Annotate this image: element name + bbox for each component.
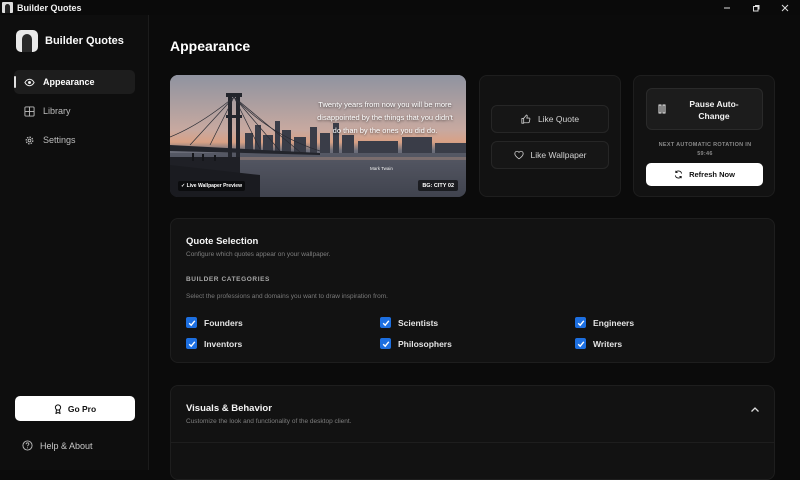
sidebar: Builder Quotes Appearance Library Settin… (0, 15, 149, 470)
rotation-card: Pause Auto-Change NEXT AUTOMATIC ROTATIO… (633, 75, 775, 197)
quote-selection-subtitle: Configure which quotes appear on your wa… (186, 251, 331, 258)
main-content: Appearance Twenty years from now you wil… (150, 15, 800, 480)
minimize-button[interactable] (712, 0, 742, 15)
restore-icon (753, 4, 760, 11)
like-quote-label: Like Quote (537, 114, 580, 124)
minimize-icon (724, 7, 730, 8)
wallpaper-preview: Twenty years from now you will be more d… (170, 75, 466, 197)
gear-icon (23, 134, 35, 146)
checkbox-checked-icon[interactable] (186, 338, 197, 349)
thumbs-up-icon (521, 114, 531, 124)
go-pro-label: Go Pro (67, 403, 97, 414)
category-label: Philosophers (398, 338, 452, 349)
category-label: Founders (204, 317, 243, 328)
checkbox-checked-icon[interactable] (380, 338, 391, 349)
sidebar-item-label: Library (43, 106, 71, 116)
like-quote-button[interactable]: Like Quote (491, 105, 609, 133)
builder-categories-description: Select the professions and domains you w… (186, 293, 388, 300)
brand: Builder Quotes (16, 30, 124, 52)
refresh-now-button[interactable]: Refresh Now (646, 163, 763, 186)
next-rotation-info: NEXT AUTOMATIC ROTATION IN 59:46 (644, 141, 766, 159)
checkbox-checked-icon[interactable] (575, 338, 586, 349)
sidebar-item-library[interactable]: Library (14, 99, 135, 123)
page-title: Appearance (170, 38, 251, 54)
sidebar-item-settings[interactable]: Settings (14, 128, 135, 152)
rotation-countdown: 59:46 (697, 151, 713, 157)
brand-logo-icon (16, 30, 38, 52)
chevron-up-icon[interactable] (750, 406, 760, 413)
help-label: Help & About (40, 440, 93, 451)
go-pro-button[interactable]: Go Pro (15, 396, 135, 421)
category-checkbox-engineers[interactable]: Engineers (575, 317, 634, 328)
brand-name: Builder Quotes (45, 35, 124, 47)
pause-auto-change-button[interactable]: Pause Auto-Change (646, 88, 763, 130)
maximize-button[interactable] (741, 0, 771, 15)
live-preview-badge: ✓ Live Wallpaper Preview (178, 181, 245, 191)
category-label: Scientists (398, 317, 439, 328)
checkbox-checked-icon[interactable] (380, 317, 391, 328)
pause-auto-change-label: Pause Auto-Change (689, 99, 739, 121)
help-circle-icon (22, 440, 33, 451)
visuals-behavior-subtitle: Customize the look and functionality of … (186, 418, 352, 425)
window-title: Builder Quotes (17, 2, 82, 13)
category-label: Writers (593, 338, 623, 349)
sidebar-item-label: Appearance (43, 77, 95, 87)
category-checkbox-philosophers[interactable]: Philosophers (380, 338, 452, 349)
title-bar: Builder Quotes (0, 0, 800, 15)
category-checkbox-founders[interactable]: Founders (186, 317, 243, 328)
award-icon (54, 403, 62, 414)
quote-selection-card: Quote Selection Configure which quotes a… (170, 218, 775, 363)
grid-icon (23, 105, 35, 117)
like-wallpaper-label: Like Wallpaper (530, 150, 587, 160)
pause-icon (658, 104, 666, 114)
visuals-behavior-card[interactable]: Visuals & Behavior Customize the look an… (170, 385, 775, 480)
checkbox-checked-icon[interactable] (186, 317, 197, 328)
refresh-now-label: Refresh Now (689, 170, 735, 179)
checkbox-checked-icon[interactable] (575, 317, 586, 328)
heart-icon (513, 150, 524, 160)
help-about-link[interactable]: Help & About (22, 440, 93, 451)
category-checkbox-inventors[interactable]: Inventors (186, 338, 242, 349)
app-logo-icon (2, 2, 13, 13)
like-wallpaper-button[interactable]: Like Wallpaper (491, 141, 609, 169)
visuals-behavior-title: Visuals & Behavior (186, 403, 272, 414)
like-actions-card: Like Quote Like Wallpaper (479, 75, 621, 197)
background-label-badge: BG: CITY 02 (418, 180, 458, 191)
preview-quote-text: Twenty years from now you will be more d… (317, 100, 453, 135)
close-icon (781, 4, 789, 11)
category-checkbox-writers[interactable]: Writers (575, 338, 622, 349)
category-checkbox-scientists[interactable]: Scientists (380, 317, 438, 328)
preview-quote-author: Mark Twain (370, 166, 393, 171)
eye-icon (23, 76, 35, 88)
sidebar-item-appearance[interactable]: Appearance (14, 70, 135, 94)
category-label: Inventors (204, 338, 243, 349)
close-button[interactable] (770, 0, 800, 15)
category-label: Engineers (593, 317, 635, 328)
builder-categories-heading: BUILDER CATEGORIES (186, 276, 270, 283)
quote-selection-title: Quote Selection (186, 236, 259, 247)
next-rotation-label: NEXT AUTOMATIC ROTATION IN (658, 142, 752, 148)
refresh-icon (674, 170, 683, 179)
section-divider (171, 442, 774, 443)
sidebar-item-label: Settings (43, 135, 76, 145)
